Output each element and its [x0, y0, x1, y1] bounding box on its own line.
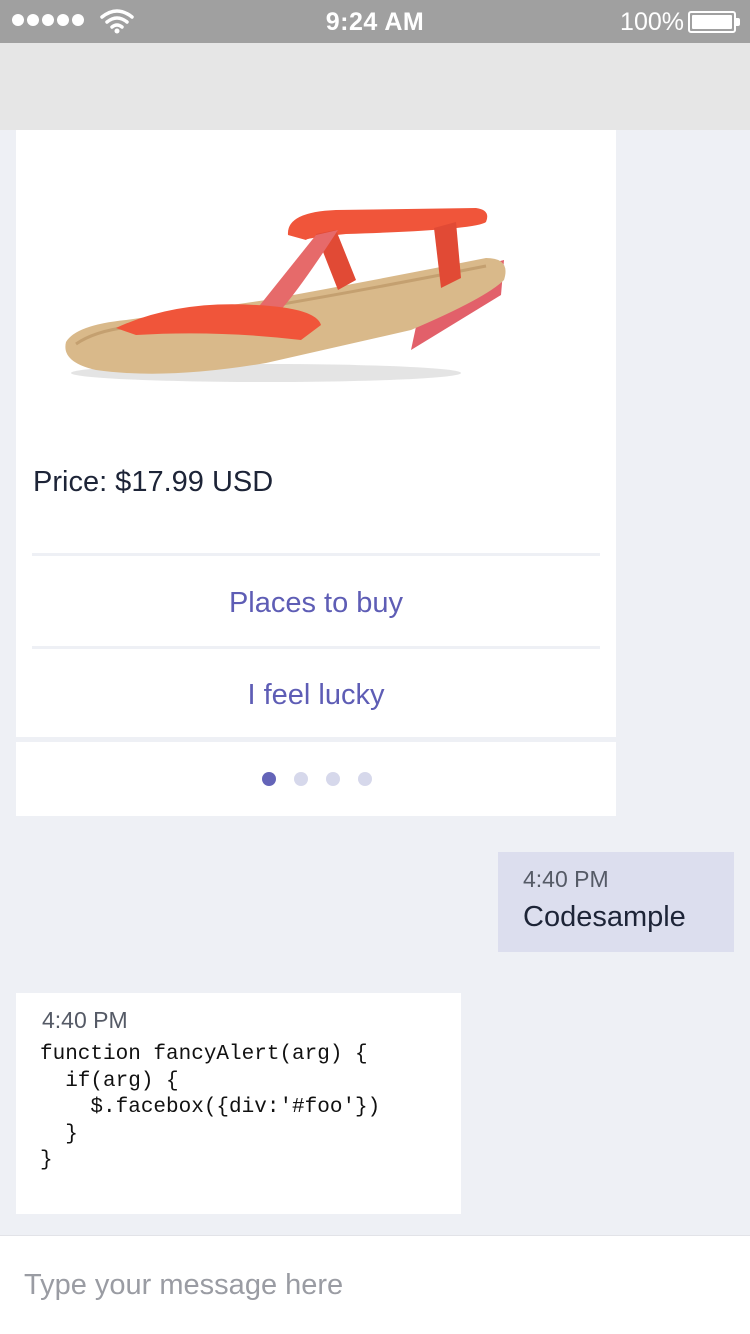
divider — [32, 646, 600, 649]
places-to-buy-button[interactable]: Places to buy — [32, 560, 600, 646]
product-card: Price: $17.99 USD Places to buy I feel l… — [16, 130, 616, 816]
pager-dot-3[interactable] — [326, 772, 340, 786]
pager-dot-1[interactable] — [262, 772, 276, 786]
divider — [32, 553, 600, 556]
status-bar: 9:24 AM 100% — [0, 0, 750, 43]
battery-icon — [688, 11, 740, 33]
code-sample: function fancyAlert(arg) { if(arg) { $.f… — [40, 1043, 381, 1172]
pager-separator — [16, 737, 616, 742]
message-time: 4:40 PM — [523, 866, 609, 892]
outgoing-message-bubble: 4:40 PM Codesample — [498, 852, 734, 952]
navigation-bar — [0, 43, 750, 130]
message-composer — [0, 1235, 750, 1334]
battery-percentage: 100% — [620, 8, 684, 36]
pager-dot-2[interactable] — [294, 772, 308, 786]
product-price: Price: $17.99 USD — [33, 466, 274, 498]
message-text: Codesample — [523, 901, 686, 933]
sandal-product-image — [65, 208, 506, 382]
carousel-pager[interactable] — [16, 772, 616, 786]
i-feel-lucky-button[interactable]: I feel lucky — [32, 652, 600, 738]
pager-dot-4[interactable] — [358, 772, 372, 786]
incoming-code-bubble: 4:40 PM function fancyAlert(arg) { if(ar… — [16, 993, 461, 1214]
message-time: 4:40 PM — [42, 1007, 128, 1033]
message-input[interactable] — [24, 1262, 724, 1308]
